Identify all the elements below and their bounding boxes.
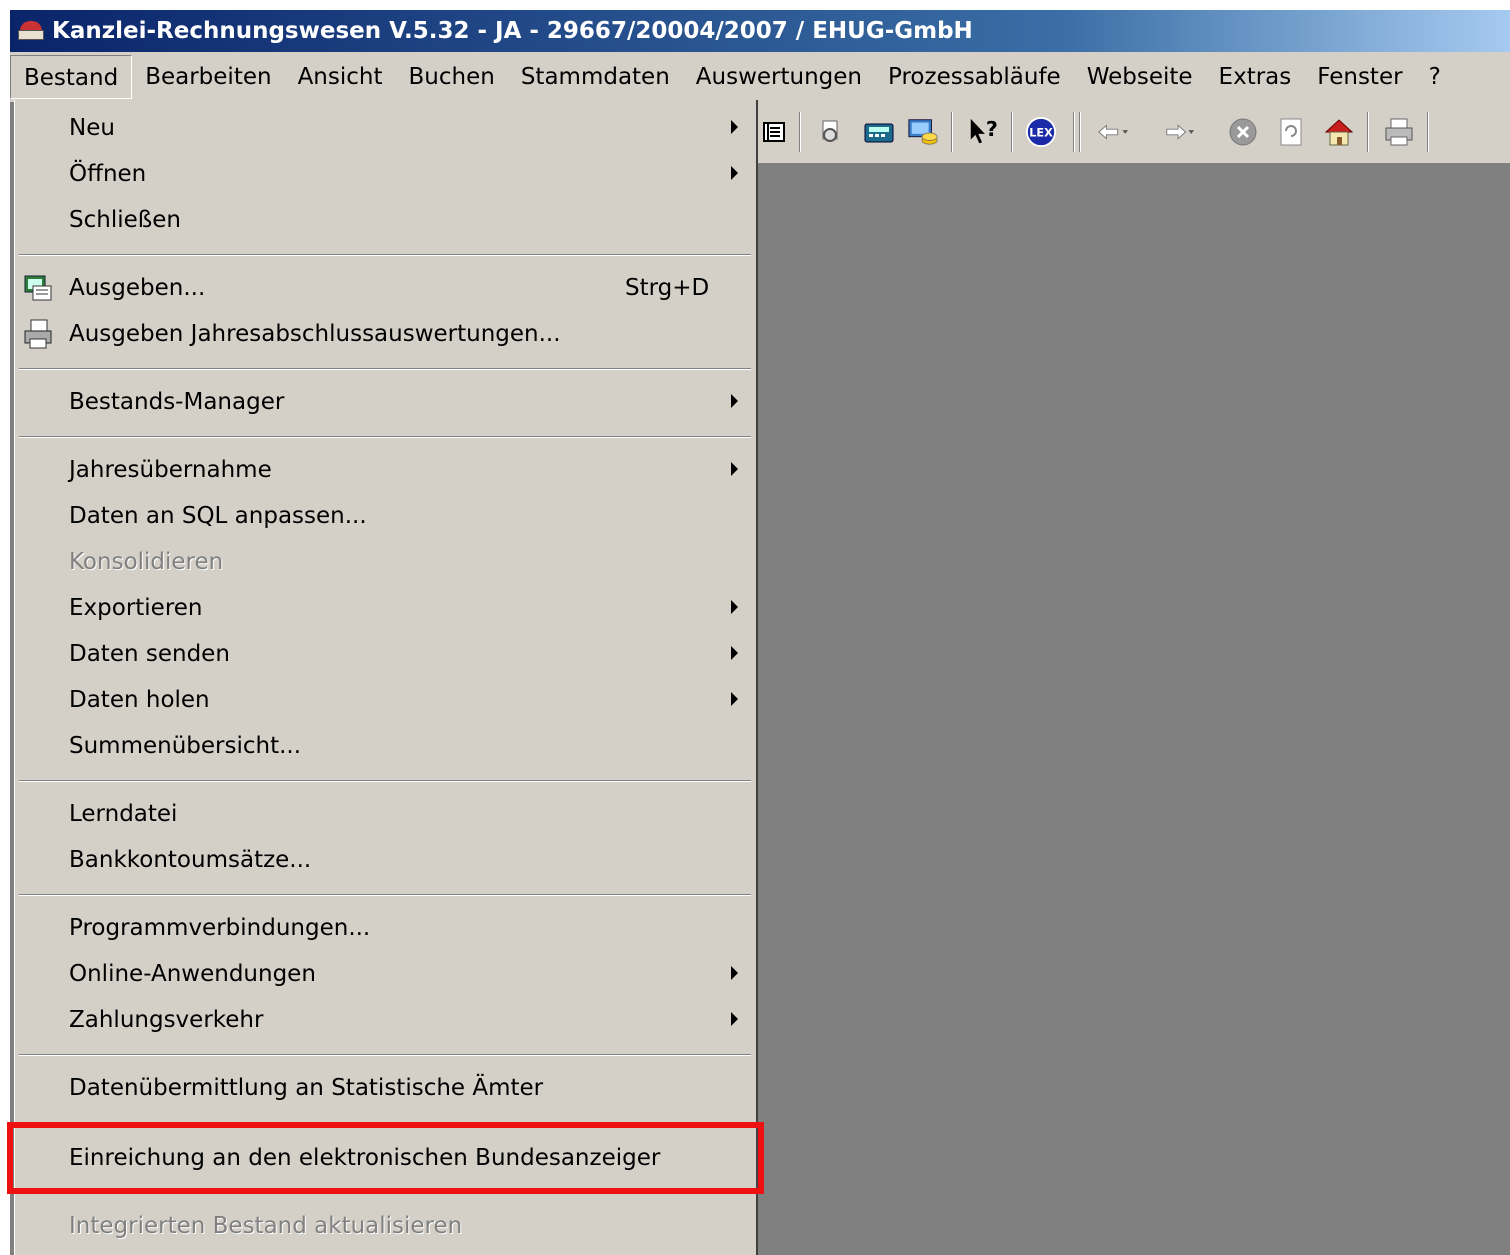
menu-item-label: Ausgeben Jahresabschlussauswertungen... [69, 321, 561, 347]
menu-item-ausgeben[interactable]: Ausgeben... Strg+D [15, 266, 755, 310]
lex-icon[interactable]: LEX [1025, 116, 1057, 148]
toolbar: ? LEX [755, 102, 1510, 164]
menu-item-schliessen[interactable]: Schließen [15, 198, 755, 242]
menu-item-label: Bestands-Manager [69, 389, 285, 415]
menu-item-jahresuebernahme[interactable]: Jahresübernahme [15, 448, 755, 492]
toolbar-separator [799, 112, 801, 152]
title-bar: Kanzlei-Rechnungswesen V.5.32 - JA - 296… [10, 10, 1510, 52]
menu-item-label: Daten an SQL anpassen... [69, 503, 367, 529]
menu-auswertungen[interactable]: Auswertungen [683, 55, 875, 99]
menu-item-konsolidieren: Konsolidieren [15, 540, 755, 584]
submenu-arrow-icon [731, 966, 738, 980]
menu-item-summenuebersicht[interactable]: Summenübersicht... [15, 724, 755, 768]
menu-item-label: Ausgeben... [69, 275, 206, 301]
print-preview-icon[interactable] [815, 116, 847, 148]
computer-coins-icon[interactable] [907, 116, 939, 148]
submenu-arrow-icon [731, 692, 738, 706]
menu-help[interactable]: ? [1416, 55, 1454, 99]
help-pointer-icon[interactable]: ? [967, 116, 999, 148]
refresh-icon[interactable] [1275, 116, 1307, 148]
menu-separator [19, 436, 751, 438]
menu-item-bestands-manager[interactable]: Bestands-Manager [15, 380, 755, 424]
toolbar-separator [1011, 112, 1013, 152]
shortcut-label: Strg+D [625, 275, 710, 301]
menu-item-label: Online-Anwendungen [69, 961, 316, 987]
menu-item-neu[interactable]: Neu [15, 106, 755, 150]
menu-bearbeiten[interactable]: Bearbeiten [132, 55, 284, 99]
menu-item-online-anwendungen[interactable]: Online-Anwendungen [15, 952, 755, 996]
menu-separator [19, 368, 751, 370]
window-title: Kanzlei-Rechnungswesen V.5.32 - JA - 296… [52, 18, 973, 44]
menu-buchen[interactable]: Buchen [396, 55, 508, 99]
menu-item-label: Bankkontoumsätze... [69, 847, 312, 873]
menu-fenster[interactable]: Fenster [1304, 55, 1415, 99]
menu-item-label: Zahlungsverkehr [69, 1007, 264, 1033]
toolbar-separator [1367, 112, 1369, 152]
print-icon[interactable] [1383, 116, 1415, 148]
menu-item-datenuebermittlung[interactable]: Datenübermittlung an Statistische Ämter [15, 1066, 755, 1110]
home-icon[interactable] [1323, 116, 1355, 148]
menu-item-label: Konsolidieren [69, 549, 224, 575]
menu-item-oeffnen[interactable]: Öffnen [15, 152, 755, 196]
submenu-arrow-icon [731, 1012, 738, 1026]
menu-item-label: Neu [69, 115, 115, 141]
menu-item-label: Daten senden [69, 641, 230, 667]
menu-item-label: Summenübersicht... [69, 733, 302, 759]
menu-item-label: Daten holen [69, 687, 210, 713]
submenu-arrow-icon [731, 646, 738, 660]
highlight-annotation-box [7, 1122, 764, 1194]
menu-ansicht[interactable]: Ansicht [285, 55, 396, 99]
menu-bar: Bestand Bearbeiten Ansicht Buchen Stammd… [10, 52, 1510, 102]
submenu-arrow-icon [731, 394, 738, 408]
menu-item-daten-senden[interactable]: Daten senden [15, 632, 755, 676]
menu-item-bankkontoumsaetze[interactable]: Bankkontoumsätze... [15, 838, 755, 882]
menu-item-lerndatei[interactable]: Lerndatei [15, 792, 755, 836]
calculator-icon[interactable] [863, 116, 895, 148]
menu-separator [19, 894, 751, 896]
menu-separator [19, 254, 751, 256]
output-icon [21, 272, 55, 304]
mdi-workspace [755, 164, 1510, 1255]
menu-bestand[interactable]: Bestand [10, 55, 133, 99]
menu-item-label: Lerndatei [69, 801, 178, 827]
forward-icon[interactable] [1163, 116, 1195, 148]
menu-item-daten-holen[interactable]: Daten holen [15, 678, 755, 722]
submenu-arrow-icon [731, 462, 738, 476]
menu-item-label: Exportieren [69, 595, 203, 621]
menu-separator [19, 1054, 751, 1056]
toolbar-separator [1427, 112, 1429, 152]
menu-extras[interactable]: Extras [1206, 55, 1305, 99]
submenu-arrow-icon [731, 600, 738, 614]
app-house-icon[interactable] [16, 21, 46, 41]
menu-item-ausgeben-jahresabschluss[interactable]: Ausgeben Jahresabschlussauswertungen... [15, 312, 755, 356]
menu-item-label: Integrierten Bestand aktualisieren [69, 1213, 463, 1239]
menu-item-label: Jahresübernahme [69, 457, 272, 483]
menu-item-programmverbindungen[interactable]: Programmverbindungen... [15, 906, 755, 950]
menu-webseite[interactable]: Webseite [1074, 55, 1206, 99]
menu-prozessablaeufe[interactable]: Prozessabläufe [875, 55, 1074, 99]
bestand-dropdown-menu: Neu Öffnen Schließen Ausgeben... Strg+D … [14, 100, 758, 1255]
menu-item-zahlungsverkehr[interactable]: Zahlungsverkehr [15, 998, 755, 1042]
menu-item-exportieren[interactable]: Exportieren [15, 586, 755, 630]
menu-stammdaten[interactable]: Stammdaten [508, 55, 683, 99]
stop-icon[interactable] [1227, 116, 1259, 148]
svg-text:?: ? [986, 117, 998, 141]
list-icon[interactable] [758, 116, 790, 148]
menu-item-daten-sql[interactable]: Daten an SQL anpassen... [15, 494, 755, 538]
toolbar-separator [951, 112, 953, 152]
menu-item-label: Datenübermittlung an Statistische Ämter [69, 1075, 544, 1101]
printer-icon [21, 318, 55, 350]
toolbar-separator [1073, 112, 1075, 152]
submenu-arrow-icon [731, 120, 738, 134]
lex-label: LEX [1029, 127, 1053, 140]
menu-separator [19, 780, 751, 782]
menu-item-label: Schließen [69, 207, 181, 233]
toolbar-separator [1079, 112, 1081, 152]
menu-item-label: Programmverbindungen... [69, 915, 371, 941]
submenu-arrow-icon [731, 166, 738, 180]
menu-item-integrierten-bestand: Integrierten Bestand aktualisieren [15, 1204, 755, 1248]
back-icon[interactable] [1097, 116, 1129, 148]
menu-item-label: Öffnen [69, 161, 147, 187]
